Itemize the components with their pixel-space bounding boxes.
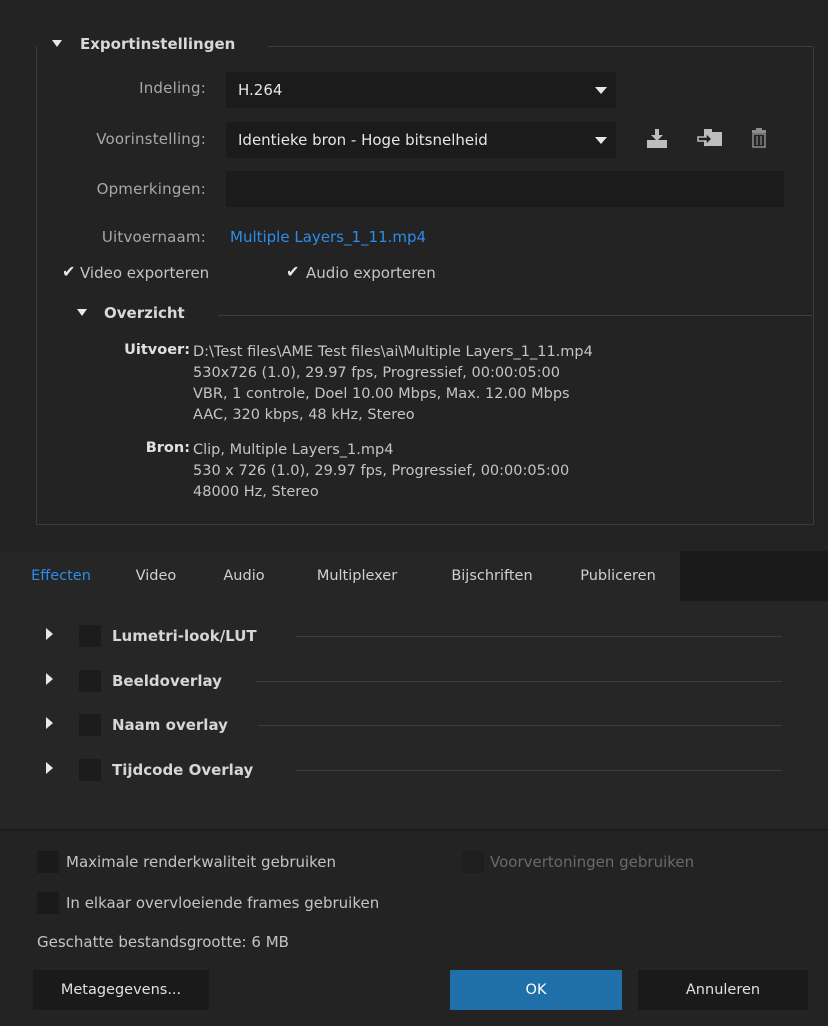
max-render-label[interactable]: Maximale renderkwaliteit gebruiken <box>66 853 336 871</box>
import-preset-icon[interactable] <box>696 126 724 150</box>
summary-source-line: 48000 Hz, Stereo <box>193 484 319 500</box>
effect-checkbox[interactable] <box>79 759 101 781</box>
metadata-button[interactable]: Metagegevens... <box>33 970 209 1010</box>
effect-checkbox[interactable] <box>79 625 101 647</box>
max-render-checkbox[interactable] <box>37 851 59 873</box>
video-export-check-icon[interactable]: ✔ <box>62 262 75 281</box>
delete-preset-icon[interactable] <box>750 126 768 150</box>
summary-title: Overzicht <box>104 304 185 322</box>
summary-output-line: 530x726 (1.0), 29.97 fps, Progressief, 0… <box>193 365 560 381</box>
preset-label: Voorinstelling: <box>96 130 206 148</box>
expand-triangle-icon[interactable] <box>46 673 53 685</box>
collapse-triangle-icon[interactable] <box>77 309 87 316</box>
summary-output-label: Uitvoer: <box>124 342 190 358</box>
expand-triangle-icon[interactable] <box>46 717 53 729</box>
filesize-label: Geschatte bestandsgrootte: <box>37 933 247 951</box>
previews-checkbox <box>462 851 484 873</box>
preset-value: Identieke bron - Hoge bitsnelheid <box>238 131 488 149</box>
frame-blend-checkbox[interactable] <box>37 892 59 914</box>
summary-source-line: 530 x 726 (1.0), 29.97 fps, Progressief,… <box>193 463 570 479</box>
audio-export-label[interactable]: Audio exporteren <box>306 264 436 282</box>
chevron-down-icon[interactable] <box>595 137 607 144</box>
cancel-button[interactable]: Annuleren <box>638 970 808 1010</box>
chevron-down-icon[interactable] <box>595 87 607 94</box>
tab-effects[interactable]: Effecten <box>14 551 108 601</box>
effect-timecode-overlay-label: Tijdcode Overlay <box>112 761 254 779</box>
tab-multiplexer[interactable]: Multiplexer <box>292 551 422 601</box>
video-export-label[interactable]: Video exporteren <box>80 264 209 282</box>
effect-image-overlay-label: Beeldoverlay <box>112 672 222 690</box>
summary-output-lines: D:\Test files\AME Test files\ai\Multiple… <box>193 342 593 426</box>
divider <box>256 681 782 682</box>
estimated-filesize: Geschatte bestandsgrootte: 6 MB <box>37 933 289 951</box>
divider <box>218 315 812 316</box>
format-dropdown[interactable]: H.264 <box>226 72 616 108</box>
export-settings-title: Exportinstellingen <box>80 35 236 53</box>
effect-checkbox[interactable] <box>79 670 101 692</box>
tab-publish[interactable]: Publiceren <box>560 551 676 601</box>
divider <box>268 46 812 47</box>
summary-source-line: Clip, Multiple Layers_1.mp4 <box>193 442 394 458</box>
frame-blend-label[interactable]: In elkaar overvloeiende frames gebruiken <box>66 894 379 912</box>
preset-dropdown[interactable]: Identieke bron - Hoge bitsnelheid <box>226 122 616 158</box>
summary-source-label: Bron: <box>145 440 190 456</box>
collapse-triangle-icon[interactable] <box>52 40 62 47</box>
format-label: Indeling: <box>139 79 206 97</box>
tab-captions[interactable]: Bijschriften <box>428 551 556 601</box>
effect-name-overlay-label: Naam overlay <box>112 716 228 734</box>
expand-triangle-icon[interactable] <box>46 762 53 774</box>
audio-export-check-icon[interactable]: ✔ <box>286 262 299 281</box>
output-name-label: Uitvoernaam: <box>101 228 206 246</box>
previews-label: Voorvertoningen gebruiken <box>490 853 695 871</box>
output-name-link[interactable]: Multiple Layers_1_11.mp4 <box>230 228 426 246</box>
tab-audio[interactable]: Audio <box>206 551 282 601</box>
save-preset-icon[interactable] <box>644 126 670 150</box>
expand-triangle-icon[interactable] <box>46 628 53 640</box>
summary-source-lines: Clip, Multiple Layers_1.mp4 530 x 726 (1… <box>193 440 569 503</box>
tab-video[interactable]: Video <box>118 551 194 601</box>
effect-checkbox[interactable] <box>79 714 101 736</box>
summary-output-line: VBR, 1 controle, Doel 10.00 Mbps, Max. 1… <box>193 386 570 402</box>
divider <box>258 725 782 726</box>
comments-label: Opmerkingen: <box>96 180 206 198</box>
ok-button[interactable]: OK <box>450 970 622 1010</box>
summary-output-line: AAC, 320 kbps, 48 kHz, Stereo <box>193 407 415 423</box>
filesize-value: 6 MB <box>251 933 289 951</box>
effect-lumetri-label: Lumetri-look/LUT <box>112 627 257 645</box>
summary-output-line: D:\Test files\AME Test files\ai\Multiple… <box>193 344 593 360</box>
format-value: H.264 <box>238 81 283 99</box>
divider <box>296 636 782 637</box>
comments-input[interactable] <box>226 171 784 207</box>
divider <box>296 770 782 771</box>
